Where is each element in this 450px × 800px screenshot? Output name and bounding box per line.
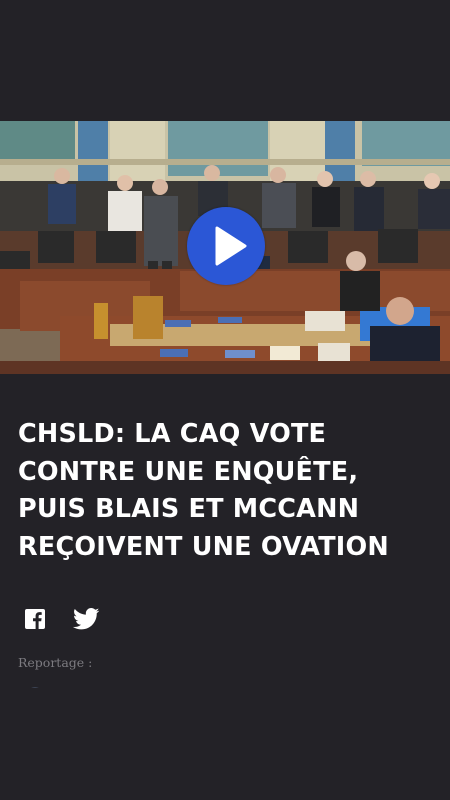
- facebook-share-button[interactable]: [24, 608, 46, 632]
- play-icon: [215, 226, 247, 266]
- play-button[interactable]: [187, 207, 265, 285]
- headline-line: REÇOIVENT UNE OVATION: [18, 531, 389, 562]
- headline-line: CONTRE UNE ENQUÊTE,: [18, 456, 359, 487]
- video-player[interactable]: [0, 121, 450, 374]
- byline-label: Reportage :: [18, 655, 93, 670]
- twitter-share-button[interactable]: [73, 608, 100, 632]
- facebook-icon: [25, 609, 45, 629]
- headline-line: CHSLD: LA CAQ VOTE: [18, 419, 327, 449]
- article-headline: CHSLD: LA CAQ VOTE CONTRE UNE ENQUÊTE, P…: [18, 416, 438, 566]
- headline-line: PUIS BLAIS ET MCCANN: [18, 494, 360, 524]
- twitter-icon: [73, 608, 100, 630]
- author-avatar: [24, 680, 46, 688]
